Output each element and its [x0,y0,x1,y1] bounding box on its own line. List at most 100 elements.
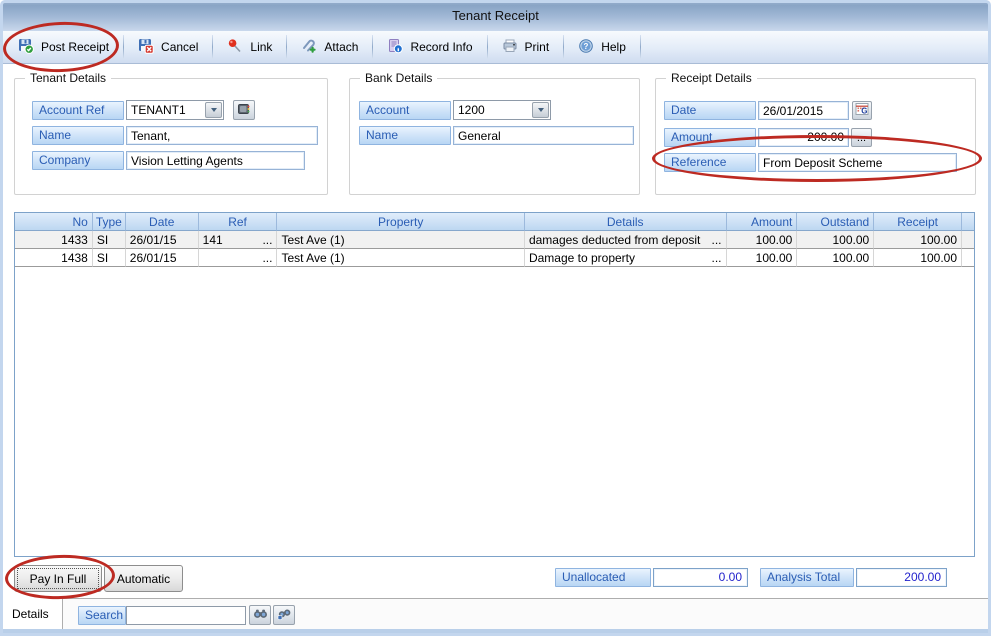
col-header-date[interactable]: Date [125,213,199,231]
cell-property: Test Ave (1) [277,249,525,267]
save-check-icon [18,38,34,57]
automatic-button[interactable]: Automatic [104,565,183,592]
print-button[interactable]: Print [490,33,562,62]
cell-outstand: 100.00 [797,231,875,249]
cell-amount: 100.00 [726,231,798,249]
cell-date: 26/01/15 [125,231,199,249]
company-input[interactable] [126,151,305,170]
toolbar-separator [286,35,288,59]
account-ref-combobox[interactable]: TENANT1 [126,100,224,120]
cell-details: damages deducted from deposit... [524,231,727,249]
help-icon: ? [578,38,594,57]
tenant-receipt-window: Tenant Receipt Post Receipt Cancel Link [0,0,991,636]
date-picker-button[interactable]: G [852,101,872,120]
amount-field[interactable]: 200.00 [758,128,849,147]
toolbar-separator [123,35,125,59]
toolbar-separator [563,35,565,59]
toolbar-separator [486,35,488,59]
post-receipt-label: Post Receipt [41,40,110,54]
cell-type: SI [92,231,126,249]
account-ref-chip: Account Ref [32,101,124,120]
date-chip: Date [664,101,756,120]
pay-in-full-label: Pay In Full [29,571,87,586]
reference-chip: Reference [664,153,756,172]
tenant-name-input[interactable] [126,126,318,145]
toolbar: Post Receipt Cancel Link Attach Record I… [2,31,989,64]
search-button[interactable] [249,605,271,625]
bottom-strip [2,629,989,636]
tenant-name-chip: Name [32,126,124,145]
col-header-ref[interactable]: Ref [198,213,278,231]
receipt-details-group: Receipt Details Date G Amount 200.00 ...… [655,71,976,195]
col-header-outstand[interactable]: Outstand [797,213,875,231]
window-title: Tenant Receipt [452,8,539,23]
toolbar-separator [639,35,641,59]
tenant-lookup-button[interactable] [233,100,255,120]
printer-icon [502,38,518,57]
link-label: Link [250,40,273,54]
cell-no: 1433 [15,231,93,249]
record-info-icon [387,38,404,57]
cell-filler [962,249,974,267]
link-button[interactable]: Link [215,33,284,62]
cell-type: SI [92,249,126,267]
col-header-property[interactable]: Property [277,213,525,231]
record-info-label: Record Info [410,40,473,54]
toolbar-separator [212,35,214,59]
analysis-total-chip: Analysis Total [760,568,854,587]
bank-name-input[interactable] [453,126,634,145]
col-header-details[interactable]: Details [524,213,727,231]
calendar-icon: G [855,102,869,119]
window-titlebar: Tenant Receipt [2,0,989,31]
tenant-details-caption: Tenant Details [25,71,112,85]
date-input[interactable] [758,101,849,120]
binoculars-plus-icon [277,607,292,623]
post-receipt-button[interactable]: Post Receipt [6,33,121,62]
attach-button[interactable]: Attach [289,33,370,62]
table-row[interactable]: 1433 SI 26/01/15 141... Test Ave (1) dam… [15,231,974,249]
bank-account-value: 1200 [458,103,485,117]
print-label: Print [524,40,550,54]
col-header-receipt[interactable]: Receipt [874,213,963,231]
cell-details: Damage to property... [524,249,727,267]
account-ref-dropdown-icon[interactable] [205,102,222,118]
tab-details[interactable]: Details [3,598,63,629]
amount-value: 200.00 [807,130,844,144]
amount-chip: Amount [664,128,756,147]
cell-property: Test Ave (1) [277,231,525,249]
bank-details-caption: Bank Details [360,71,438,85]
cell-ref: 141... [198,231,278,249]
receipt-details-caption: Receipt Details [666,71,757,85]
bank-account-combobox[interactable]: 1200 [453,100,551,120]
attach-label: Attach [324,40,359,54]
unallocated-value: 0.00 [653,568,748,587]
cancel-button[interactable]: Cancel [126,33,210,62]
bottom-bar: Details Search [2,598,989,629]
cell-outstand: 100.00 [797,249,875,267]
account-ref-value: TENANT1 [131,103,186,117]
col-header-type[interactable]: Type [92,213,126,231]
reference-input[interactable] [758,153,957,172]
bank-details-group: Bank Details Account 1200 Name [349,71,640,195]
cell-filler [962,231,974,249]
help-label: Help [601,40,626,54]
analysis-total-value: 200.00 [856,568,947,587]
automatic-label: Automatic [116,571,171,586]
col-header-amount[interactable]: Amount [726,213,798,231]
invoice-grid: No Type Date Ref Property Details Amount… [14,212,975,557]
search-input[interactable] [126,606,246,625]
amount-ellipsis-button[interactable]: ... [851,128,872,147]
record-info-button[interactable]: Record Info [375,33,484,62]
cell-amount: 100.00 [726,249,798,267]
svg-text:?: ? [584,42,589,51]
cell-receipt: 100.00 [874,231,963,249]
help-button[interactable]: ? Help [566,33,638,62]
pay-in-full-button[interactable]: Pay In Full [14,565,102,592]
search-next-button[interactable] [273,605,295,625]
bank-account-dropdown-icon[interactable] [532,102,549,118]
table-row[interactable]: 1438 SI 26/01/15 ... Test Ave (1) Damage… [15,249,974,267]
search-chip: Search [78,606,126,625]
cell-no: 1438 [15,249,93,267]
grid-header-row: No Type Date Ref Property Details Amount… [15,213,974,231]
col-header-no[interactable]: No [15,213,93,231]
